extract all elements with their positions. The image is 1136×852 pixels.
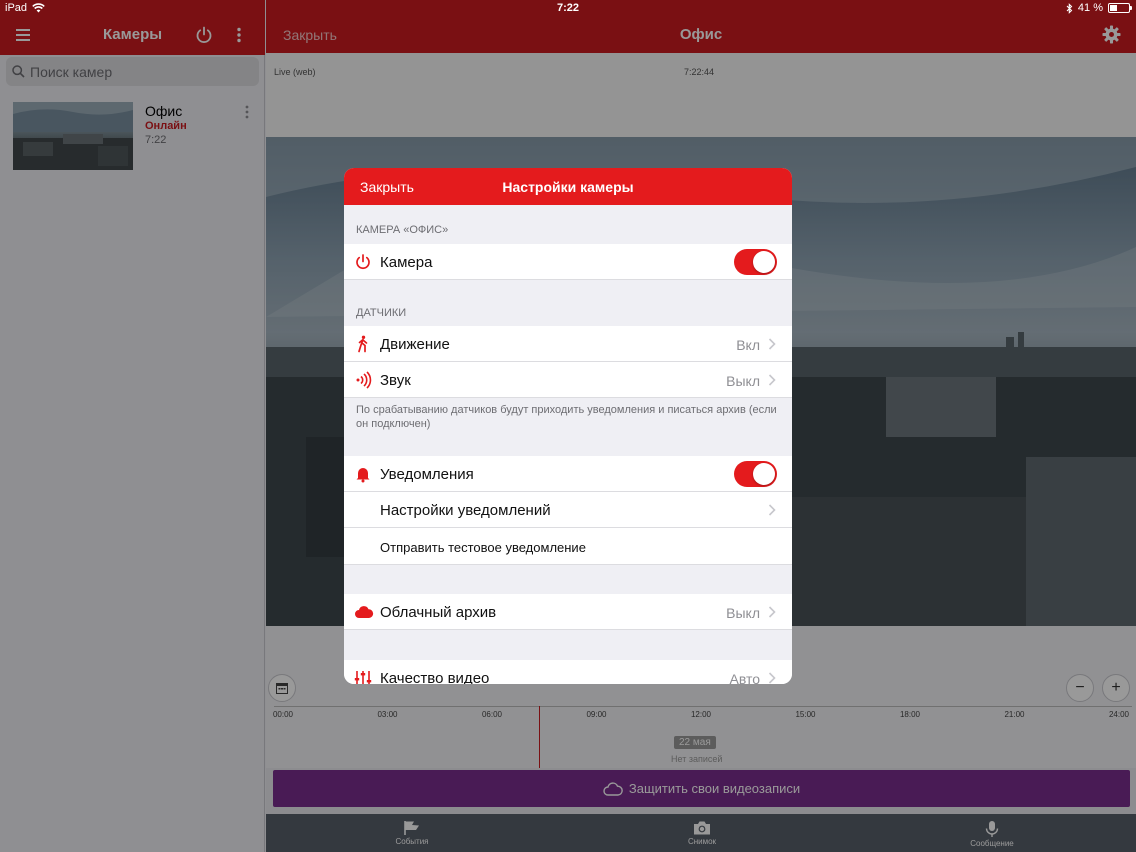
camera-power-label: Камера (380, 254, 433, 271)
battery-percent: 41 % (1077, 2, 1103, 14)
modal-header: Закрыть Настройки камеры (344, 168, 792, 205)
sound-sensor-row[interactable]: Звук Выкл (344, 362, 792, 398)
video-quality-row[interactable]: Качество видео Авто (344, 660, 792, 684)
notification-settings-label: Настройки уведомлений (380, 502, 551, 519)
battery-fill (1110, 5, 1118, 11)
chevron-right-icon (768, 606, 776, 618)
camera-power-toggle[interactable] (734, 249, 777, 275)
status-time: 7:22 (556, 2, 580, 14)
chevron-right-icon (768, 504, 776, 516)
camera-settings-modal: Закрыть Настройки камеры Камера «Офис» К… (344, 168, 792, 684)
notifications-label: Уведомления (380, 466, 474, 483)
cloud-archive-value: Выкл (726, 605, 760, 621)
cloud-archive-label: Облачный архив (380, 604, 497, 621)
bell-icon (356, 468, 370, 483)
sound-value: Выкл (726, 373, 760, 389)
motion-sensor-row[interactable]: Движение Вкл (344, 326, 792, 362)
video-quality-value: Авто (729, 671, 760, 684)
motion-label: Движение (380, 336, 450, 353)
camera-power-row[interactable]: Камера (344, 244, 792, 280)
section-camera-title: Камера «Офис» (356, 224, 449, 236)
send-test-notification-row[interactable]: Отправить тестовое уведомление (344, 528, 792, 565)
send-test-label: Отправить тестовое уведомление (380, 540, 586, 555)
status-bar: iPad 7:22 41 % (0, 0, 1136, 17)
power-icon (356, 254, 370, 270)
notification-settings-row[interactable]: Настройки уведомлений (344, 492, 792, 528)
sensors-note: По срабатыванию датчиков будут приходить… (356, 404, 777, 430)
chevron-right-icon (768, 338, 776, 350)
chevron-right-icon (768, 672, 776, 684)
chevron-right-icon (768, 374, 776, 386)
battery-icon (1108, 3, 1132, 13)
section-sensors-title: Датчики (356, 307, 407, 319)
sliders-icon (354, 671, 372, 684)
motion-value: Вкл (736, 337, 760, 353)
sound-label: Звук (380, 372, 411, 389)
notifications-toggle[interactable] (734, 461, 777, 487)
notifications-row[interactable]: Уведомления (344, 456, 792, 492)
cloud-archive-row[interactable]: Облачный архив Выкл (344, 594, 792, 630)
sound-waves-icon (356, 371, 372, 389)
cloud-icon (355, 606, 374, 618)
video-quality-label: Качество видео (380, 670, 490, 684)
bluetooth-icon (1066, 2, 1073, 14)
modal-title: Настройки камеры (502, 179, 634, 195)
walking-person-icon (358, 335, 368, 353)
